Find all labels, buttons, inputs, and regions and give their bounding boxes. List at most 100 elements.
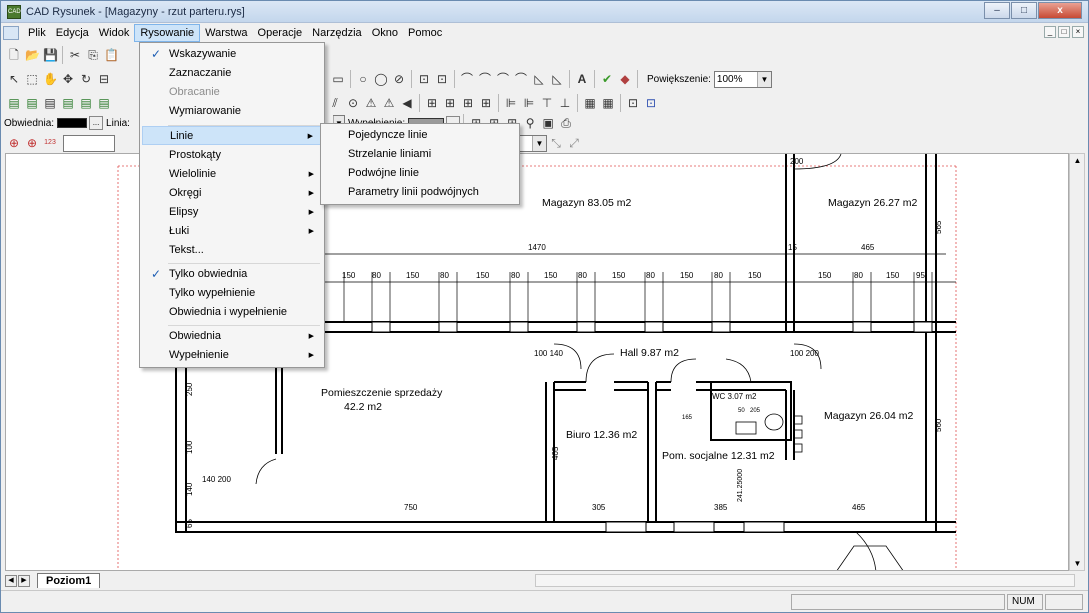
rotate-icon[interactable]: ↻ <box>79 72 93 86</box>
polygon2-icon[interactable]: ◺ <box>550 72 564 86</box>
vertical-scrollbar[interactable]: ▲ ▼ <box>1069 153 1085 571</box>
menu-item-elipsy[interactable]: Elipsy ▶ <box>142 203 322 222</box>
chevron-down-icon[interactable]: ▼ <box>756 71 771 87</box>
align2-icon[interactable]: ⊞ <box>443 96 457 110</box>
ungroup-icon[interactable]: ▦ <box>601 96 615 110</box>
zoom-select[interactable]: 100% ▼ <box>713 70 772 88</box>
move-icon[interactable]: ✥ <box>61 72 75 86</box>
menu-operacje[interactable]: Operacje <box>253 25 308 41</box>
calculator-icon[interactable]: ▣ <box>541 116 555 130</box>
distribute3-icon[interactable]: ⊤ <box>540 96 554 110</box>
insert-point-icon[interactable]: ⊕ <box>7 136 21 150</box>
menu-edycja[interactable]: Edycja <box>51 25 94 41</box>
paste-icon[interactable]: 📋 <box>104 48 119 62</box>
submenu-item-parametry-linii[interactable]: Parametry linii podwójnych <box>323 183 517 202</box>
circle-icon[interactable]: ○ <box>356 72 370 86</box>
scroll-up-icon[interactable]: ▲ <box>1072 156 1083 165</box>
submenu-item-strzelanie-liniami[interactable]: Strzelanie liniami <box>323 145 517 164</box>
distribute1-icon[interactable]: ⊫ <box>504 96 518 110</box>
menu-item-tylko-obwiednia[interactable]: ✓ Tylko obwiednia <box>142 265 322 284</box>
find-icon[interactable]: ⚲ <box>523 116 537 130</box>
group-icon[interactable]: ▦ <box>583 96 597 110</box>
menu-plik[interactable]: Plik <box>23 25 51 41</box>
flip-icon[interactable]: ⚠ <box>364 96 378 110</box>
chevron-down-icon[interactable]: ▼ <box>532 135 546 151</box>
menu-okno[interactable]: Okno <box>367 25 403 41</box>
scroll-down-icon[interactable]: ▼ <box>1072 559 1083 568</box>
fill-icon[interactable]: ◆ <box>618 72 632 86</box>
submenu-item-pojedyncze-linie[interactable]: Pojedyncze linie <box>323 126 517 145</box>
window-icon[interactable]: ⊡ <box>417 72 431 86</box>
checkmark-icon[interactable]: ✔ <box>600 72 614 86</box>
pan-hand-icon[interactable]: ✋ <box>43 72 58 86</box>
arc3-icon[interactable]: ⌒ <box>496 72 510 86</box>
outline-more-button[interactable]: ... <box>89 116 104 130</box>
menu-item-tylko-wypelnienie[interactable]: Tylko wypełnienie <box>142 284 322 303</box>
mdi-minimize-button[interactable]: _ <box>1044 26 1056 38</box>
save-icon[interactable]: 💾 <box>43 48 58 62</box>
distribute2-icon[interactable]: ⊫ <box>522 96 536 110</box>
select-rect-icon[interactable]: ⬚ <box>25 72 39 86</box>
tab-prev-icon[interactable]: ◀ <box>5 574 17 587</box>
layer2-icon[interactable]: ▤ <box>25 96 39 110</box>
coordinate-icon[interactable]: 123 <box>43 136 57 150</box>
pick-icon[interactable]: ⤡ <box>549 136 563 150</box>
menu-item-wymiarowanie[interactable]: Wymiarowanie <box>142 102 322 121</box>
measure-icon[interactable]: ⤢ <box>567 136 581 150</box>
menu-item-wskazywanie[interactable]: ✓ Wskazywanie <box>142 45 322 64</box>
scale-icon[interactable]: ⊙ <box>346 96 360 110</box>
new-file-icon[interactable]: 🗋 <box>7 48 21 62</box>
flip2-icon[interactable]: ⚠ <box>382 96 396 110</box>
layer4-icon[interactable]: ▤ <box>61 96 75 110</box>
align4-icon[interactable]: ⊞ <box>479 96 493 110</box>
minimize-button[interactable]: – <box>984 2 1010 19</box>
arc-icon[interactable]: ⌒ <box>460 72 474 86</box>
text-tool-icon[interactable]: A <box>575 72 589 86</box>
align1-icon[interactable]: ⊞ <box>425 96 439 110</box>
submenu-item-podwojne-linie[interactable]: Podwójne linie <box>323 164 517 183</box>
menu-item-obwiednia-i-wypelnienie[interactable]: Obwiednia i wypełnienie <box>142 303 322 322</box>
mdi-close-button[interactable]: × <box>1072 26 1084 38</box>
align-left-icon[interactable]: ◀ <box>400 96 414 110</box>
menu-item-obwiednia[interactable]: Obwiednia ▶ <box>142 327 322 346</box>
menu-item-wypelnienie[interactable]: Wypełnienie ▶ <box>142 346 322 365</box>
menu-item-okregi[interactable]: Okręgi ▶ <box>142 184 322 203</box>
tab-poziom1[interactable]: Poziom1 <box>37 573 101 588</box>
layer6-icon[interactable]: ▤ <box>97 96 111 110</box>
menu-item-luki[interactable]: Łuki ▶ <box>142 222 322 241</box>
app-icon[interactable]: CAD <box>7 4 21 19</box>
size2-icon[interactable]: ⊡ <box>644 96 658 110</box>
dimension-icon[interactable]: ⊟ <box>97 72 111 86</box>
pointer-icon[interactable]: ↖ <box>7 72 21 86</box>
menu-pomoc[interactable]: Pomoc <box>403 25 447 41</box>
layer5-icon[interactable]: ▤ <box>79 96 93 110</box>
mirror-icon[interactable]: ⫽ <box>328 96 342 110</box>
menu-narzedzia[interactable]: Narzędzia <box>307 25 367 41</box>
layer-icon[interactable]: ▤ <box>7 96 21 110</box>
menu-widok[interactable]: Widok <box>94 25 135 41</box>
tab-next-icon[interactable]: ▶ <box>18 574 30 587</box>
size1-icon[interactable]: ⊡ <box>626 96 640 110</box>
layer3-icon[interactable]: ▤ <box>43 96 57 110</box>
cut-icon[interactable]: ✂ <box>68 48 82 62</box>
menu-item-prostokaty[interactable]: Prostokąty <box>142 146 322 165</box>
window2-icon[interactable]: ⊡ <box>435 72 449 86</box>
menu-item-linie[interactable]: Linie ▶ <box>142 126 322 145</box>
ellipse-icon[interactable]: ⊘ <box>392 72 406 86</box>
horizontal-scrollbar[interactable] <box>535 574 1075 587</box>
coordinate-input[interactable] <box>63 134 115 152</box>
circle2-icon[interactable]: ◯ <box>374 72 388 86</box>
align3-icon[interactable]: ⊞ <box>461 96 475 110</box>
menu-item-zaznaczanie[interactable]: Zaznaczanie <box>142 64 322 83</box>
copy-icon[interactable]: ⎘ <box>86 48 100 62</box>
open-file-icon[interactable]: 📂 <box>25 48 40 62</box>
maximize-button[interactable]: □ <box>1011 2 1037 19</box>
polygon-icon[interactable]: ◺ <box>532 72 546 86</box>
rectangle-icon[interactable]: ▭ <box>331 72 345 86</box>
print-icon[interactable]: ⎙ <box>559 116 573 130</box>
outline-color-swatch[interactable] <box>57 118 88 128</box>
menu-item-wielolinie[interactable]: Wielolinie ▶ <box>142 165 322 184</box>
arc2-icon[interactable]: ⌒ <box>478 72 492 86</box>
arc4-icon[interactable]: ⌒ <box>514 72 528 86</box>
insert-point2-icon[interactable]: ⊕ <box>25 136 39 150</box>
